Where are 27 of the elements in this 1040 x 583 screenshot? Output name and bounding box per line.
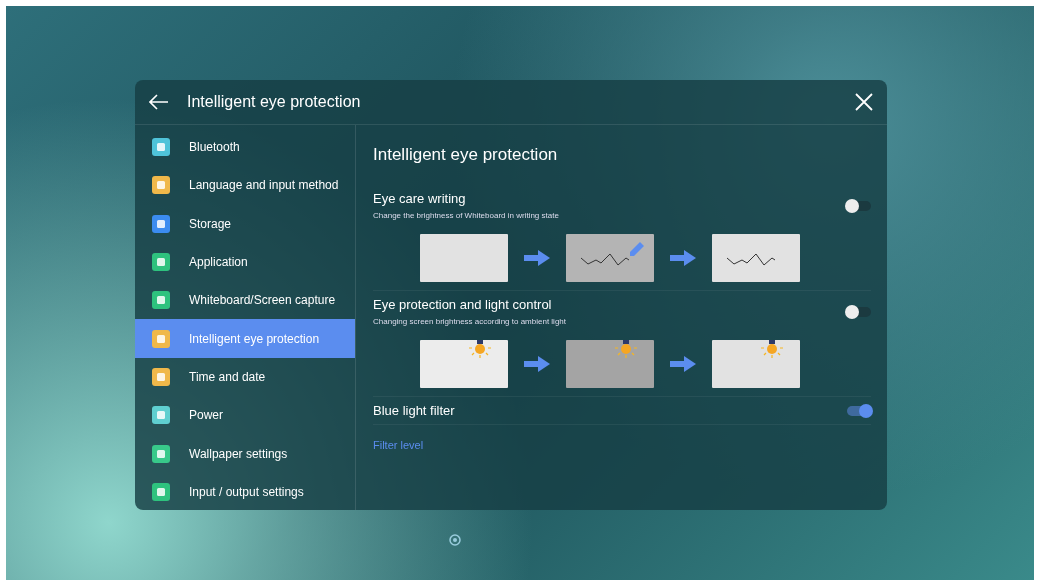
section-heading: Intelligent eye protection [373, 144, 559, 166]
sidebar-item[interactable]: Application [135, 242, 355, 282]
sidebar-item[interactable]: Wallpaper settings [135, 434, 355, 473]
sidebar-item[interactable]: Whiteboard/Screen capture [135, 281, 355, 320]
sidebar-item[interactable]: Input / output settings [135, 472, 355, 510]
sidebar-item[interactable]: Storage [135, 204, 355, 243]
setting-title: Blue light filter [373, 403, 455, 418]
arrow-icon [670, 356, 696, 372]
setting-title: Eye protection and light control [373, 297, 553, 312]
toggle-switch[interactable] [847, 306, 871, 317]
sidebar-item[interactable]: Power [135, 396, 355, 435]
filter-level-label: Filter level [373, 438, 425, 451]
sidebar-item[interactable]: Bluetooth [135, 128, 355, 167]
settings-icon[interactable] [447, 532, 463, 548]
arrow-icon [524, 356, 550, 372]
toggle-switch[interactable] [847, 200, 871, 211]
arrow-icon [670, 250, 696, 266]
window-title: Intelligent eye protection [187, 93, 362, 111]
setting-title: Eye care writing [373, 191, 467, 206]
setting-description: Changing screen brightness according to ambient light [373, 317, 566, 326]
arrow-icon [524, 250, 550, 266]
sidebar-item[interactable]: Time and date [135, 357, 355, 397]
sidebar-item[interactable]: Language and input method [135, 166, 355, 205]
back-arrow-icon[interactable] [149, 94, 169, 110]
close-icon[interactable] [855, 93, 873, 111]
toggle-switch[interactable] [847, 405, 871, 416]
setting-description: Change the brightness of Whiteboard in writing state [373, 211, 559, 220]
